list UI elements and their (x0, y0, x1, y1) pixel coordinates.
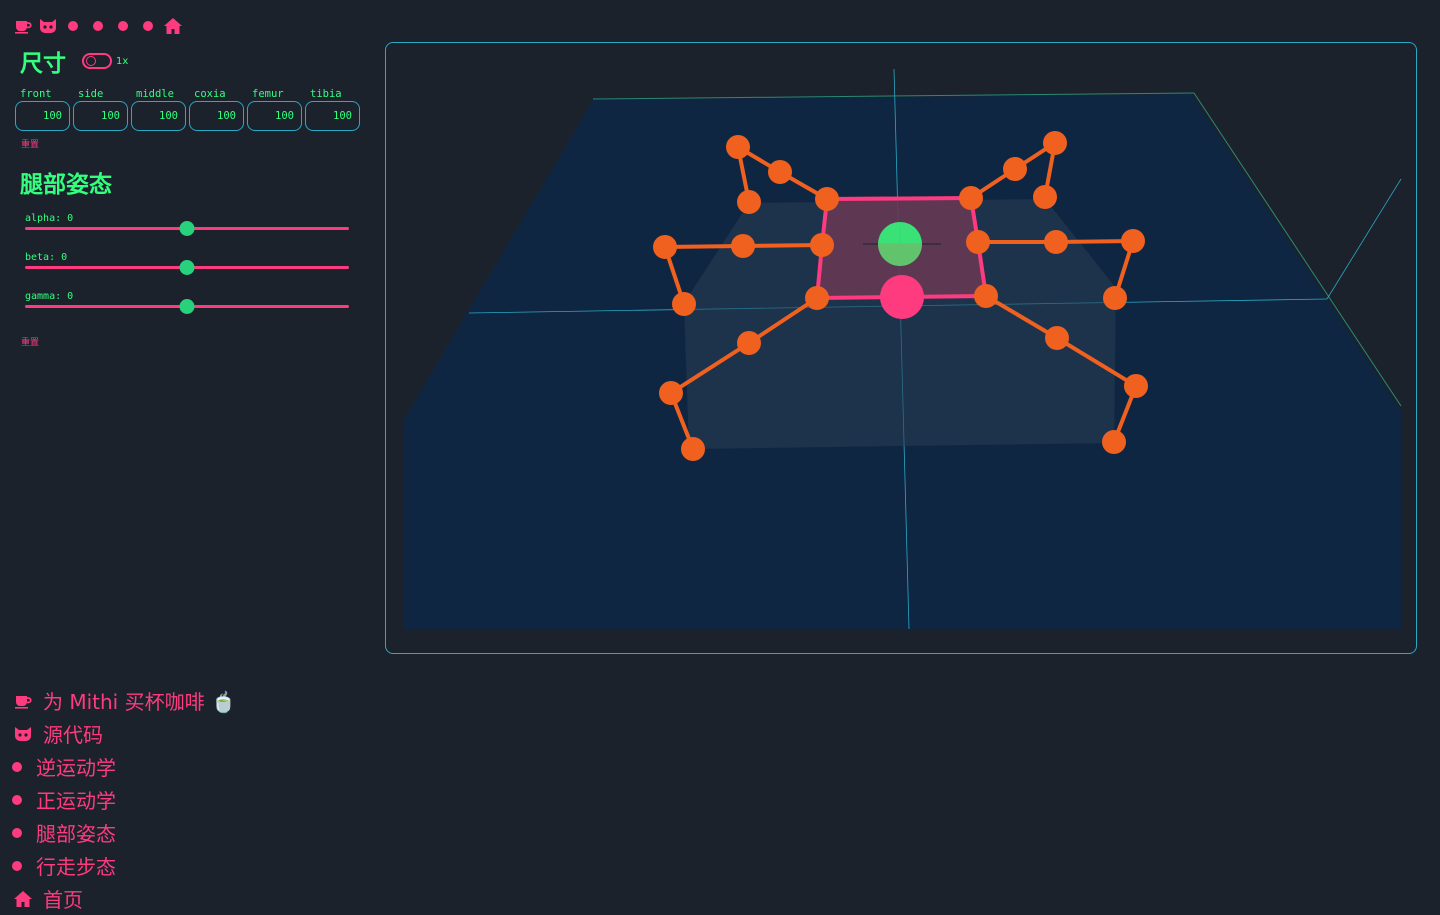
slider-label: alpha: 0 (25, 213, 74, 224)
nav-walking-gait[interactable]: 行走步态 (12, 849, 412, 882)
nav-dot-icon[interactable] (87, 15, 109, 37)
joint (966, 230, 990, 254)
joint (959, 186, 983, 210)
nav-label: 正运动学 (36, 789, 116, 813)
dim-label: middle (136, 88, 174, 100)
dimension-fields: front 100 side 100 middle 100 coxia 100 femu… (15, 88, 365, 131)
dot-icon (12, 794, 22, 805)
coffee-icon[interactable] (12, 15, 34, 37)
joint (1102, 430, 1126, 454)
home-icon (12, 888, 34, 910)
dim-input-front[interactable]: 100 (15, 101, 70, 131)
scale-toggle[interactable] (82, 53, 112, 69)
top-nav (12, 14, 187, 38)
joint (653, 235, 677, 259)
dim-input-middle[interactable]: 100 (131, 101, 186, 131)
nav-inverse-kinematics[interactable]: 逆运动学 (12, 750, 412, 783)
nav-forward-kinematics[interactable]: 正运动学 (12, 783, 412, 816)
dot-icon (12, 827, 22, 838)
dim-label: coxia (194, 88, 226, 100)
joint (1043, 131, 1067, 155)
joint (659, 381, 683, 405)
dim-input-coxia[interactable]: 100 (189, 101, 244, 131)
home-icon[interactable] (162, 15, 184, 37)
joint (1103, 286, 1127, 310)
hexapod-scene (403, 68, 1402, 630)
toggle-knob (86, 56, 96, 66)
nav-label: 逆运动学 (36, 756, 116, 780)
joint (768, 160, 792, 184)
dim-femur: femur 100 (247, 88, 302, 131)
leg-pose-title: 腿部姿态 (20, 172, 112, 198)
dot-icon (12, 761, 22, 772)
dim-label: front (20, 88, 52, 100)
nav-home[interactable]: 首页 (12, 882, 412, 915)
joint (805, 286, 829, 310)
grid-line (1326, 178, 1402, 300)
nav-buy-coffee[interactable]: 为 Mithi 买杯咖啡 🍵 (12, 684, 412, 717)
dim-side: side 100 (73, 88, 128, 131)
nav-dot-icon[interactable] (112, 15, 134, 37)
slider-thumb[interactable] (179, 221, 195, 236)
joint (810, 233, 834, 257)
joint (681, 437, 705, 461)
nav-dot-icon[interactable] (62, 15, 84, 37)
slider-label: beta: 0 (25, 252, 68, 263)
joint (1121, 229, 1145, 253)
joint (1045, 326, 1069, 350)
gamma-slider: gamma: 0 (25, 291, 349, 330)
slider-label: gamma: 0 (25, 291, 74, 302)
dim-input-side[interactable]: 100 (73, 101, 128, 131)
dimensions-section: 尺寸 1x (20, 44, 365, 78)
joint (1033, 185, 1057, 209)
dimensions-reset-button[interactable]: 重置 (21, 137, 39, 150)
alpha-slider: alpha: 0 (25, 213, 349, 252)
dimensions-title: 尺寸 (20, 51, 66, 77)
joint (1044, 230, 1068, 254)
dim-middle: middle 100 (131, 88, 186, 131)
dot-icon (12, 860, 22, 871)
dim-label: side (78, 88, 104, 100)
beta-slider: beta: 0 (25, 252, 349, 291)
nav-label: 源代码 (43, 723, 103, 747)
slider-track[interactable] (25, 299, 349, 314)
nav-source-code[interactable]: 源代码 (12, 717, 412, 750)
joint (737, 190, 761, 214)
bottom-nav: 为 Mithi 买杯咖啡 🍵 源代码 逆运动学 正运动学 腿部姿态 行走步态 首… (12, 684, 412, 915)
slider-track[interactable] (25, 260, 349, 275)
joint (974, 284, 998, 308)
toggle-label: 1x (116, 55, 129, 67)
hexapod-3d-viewport[interactable] (385, 42, 1417, 654)
joint (737, 331, 761, 355)
dim-front: front 100 (15, 88, 70, 131)
joint (1003, 157, 1027, 181)
joint (1124, 374, 1148, 398)
joint (726, 135, 750, 159)
dim-coxia: coxia 100 (189, 88, 244, 131)
nav-label: 为 Mithi 买杯咖啡 🍵 (43, 690, 236, 714)
control-panel: 尺寸 1x front 100 side 100 middle 100 coxia 10… (15, 44, 365, 349)
nav-label: 行走步态 (36, 855, 116, 879)
github-icon (12, 723, 34, 745)
dim-label: tibia (310, 88, 342, 100)
github-icon[interactable] (37, 15, 59, 37)
joint (731, 234, 755, 258)
nav-label: 腿部姿态 (36, 822, 116, 846)
head-marker (880, 275, 924, 319)
joint (672, 292, 696, 316)
nav-dot-icon[interactable] (137, 15, 159, 37)
dim-tibia: tibia 100 (305, 88, 360, 131)
slider-thumb[interactable] (179, 260, 195, 275)
coffee-icon (12, 690, 34, 712)
dim-input-femur[interactable]: 100 (247, 101, 302, 131)
joint (815, 187, 839, 211)
nav-label: 首页 (43, 888, 83, 912)
leg-pose-reset-button[interactable]: 重置 (21, 335, 39, 348)
dim-label: femur (252, 88, 284, 100)
dim-input-tibia[interactable]: 100 (305, 101, 360, 131)
slider-thumb[interactable] (179, 299, 195, 314)
nav-leg-pose[interactable]: 腿部姿态 (12, 816, 412, 849)
slider-track[interactable] (25, 221, 349, 236)
